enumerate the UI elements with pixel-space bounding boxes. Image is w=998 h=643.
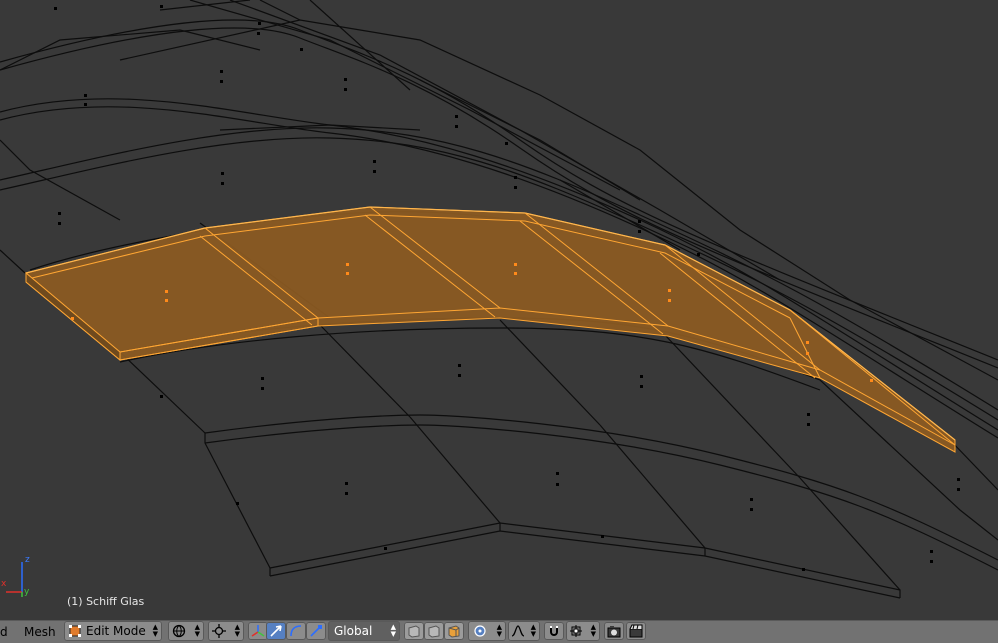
edge-select-button[interactable]	[424, 622, 444, 640]
translate-manipulator-button[interactable]	[266, 622, 286, 640]
translate-manipulator-icon	[269, 624, 283, 638]
opengl-render-button[interactable]	[604, 622, 624, 640]
proportional-editing-icon	[473, 624, 487, 638]
3d-view-header: d Mesh Edit Mode ▲ ▼ ▲ ▼ ▲ ▼ Global ▲ ▼ …	[0, 620, 998, 643]
manipulator-toggle-icon	[251, 624, 265, 638]
dropdown-arrows-icon: ▲ ▼	[234, 623, 240, 638]
rotate-manipulator-icon	[289, 624, 303, 638]
dropdown-arrows-icon: ▲ ▼	[496, 623, 502, 638]
snap-toggle-button[interactable]	[544, 622, 564, 640]
scale-manipulator-icon	[309, 624, 323, 638]
selected-faces[interactable]	[25, 206, 956, 453]
pivot-point-icon	[212, 624, 226, 638]
opengl-render-animation-icon	[629, 624, 643, 638]
viewport-shading-icon	[172, 624, 186, 638]
falloff-dropdown[interactable]: ▲ ▼	[508, 621, 540, 641]
proportional-editing-dropdown[interactable]: ▲ ▼	[468, 621, 506, 641]
3d-viewport[interactable]: z y x (1) Schiff Glas	[0, 0, 998, 620]
opengl-render-icon	[607, 624, 621, 638]
transform-orientation-dropdown[interactable]: Global ▲ ▼	[328, 621, 400, 641]
vertex-select-button[interactable]	[404, 622, 424, 640]
face-select-button[interactable]	[444, 622, 464, 640]
snap-toggle-icon	[547, 624, 561, 638]
rotate-manipulator-button[interactable]	[286, 622, 306, 640]
dropdown-arrows-icon: ▲ ▼	[590, 623, 596, 638]
falloff-icon	[511, 624, 525, 638]
edit-mode-icon	[68, 624, 82, 638]
manipulator-toggle-button[interactable]	[248, 622, 268, 640]
axis-z-label: z	[25, 555, 30, 565]
mode-dropdown[interactable]: Edit Mode ▲ ▼	[64, 621, 162, 641]
vertex-select-icon	[407, 624, 421, 638]
object-name-label: (1) Schiff Glas	[67, 595, 145, 608]
transform-orientation-label: Global	[334, 624, 373, 638]
snap-element-icon	[569, 624, 583, 638]
dropdown-arrows-icon: ▲ ▼	[530, 623, 536, 638]
mode-dropdown-label: Edit Mode	[86, 624, 146, 638]
dropdown-arrows-icon: ▲ ▼	[390, 623, 396, 638]
edge-select-icon	[427, 624, 441, 638]
axis-gizmo	[6, 562, 23, 597]
snap-element-dropdown[interactable]: ▲ ▼	[566, 621, 600, 641]
axis-x-label: x	[1, 579, 7, 589]
axis-y-label: y	[24, 587, 30, 597]
dropdown-arrows-icon: ▲ ▼	[194, 623, 200, 638]
opengl-render-animation-button[interactable]	[626, 622, 646, 640]
viewport-shading-dropdown[interactable]: ▲ ▼	[168, 621, 204, 641]
menu-select-partial[interactable]: d	[0, 622, 8, 642]
menu-mesh[interactable]: Mesh	[24, 622, 56, 642]
mesh-scene[interactable]	[0, 0, 998, 620]
face-select-icon	[447, 624, 461, 638]
scale-manipulator-button[interactable]	[306, 622, 326, 640]
dropdown-arrows-icon: ▲ ▼	[152, 623, 158, 638]
pivot-point-dropdown[interactable]: ▲ ▼	[208, 621, 244, 641]
